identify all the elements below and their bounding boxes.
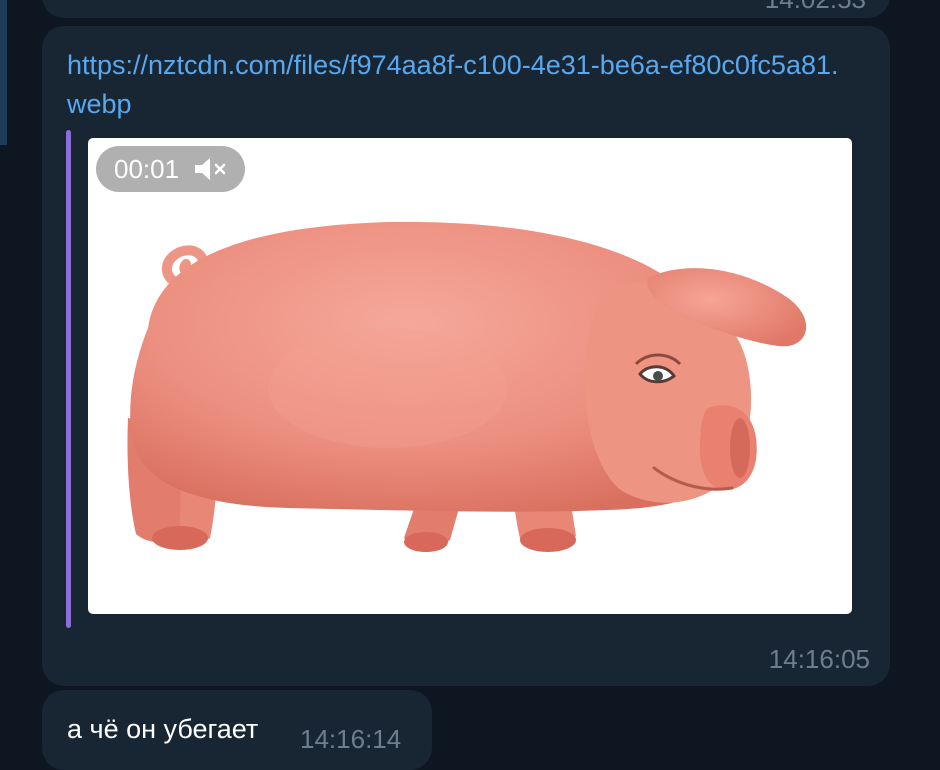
link-preview-accent-bar [66, 130, 71, 628]
message-bubble-text[interactable]: а чё он убегает 14:16:14 [42, 690, 432, 770]
chat-history: 14:02:53 https://nztcdn.com/files/f974aa… [0, 0, 940, 770]
message-timestamp: 14:02:53 [765, 0, 866, 14]
video-preview[interactable]: 00:01 [88, 138, 852, 614]
message-bubble-link[interactable]: https://nztcdn.com/files/f974aa8f-c100-4… [42, 26, 890, 686]
link-preview: 00:01 [66, 130, 852, 628]
message-text: а чё он убегает [67, 714, 259, 744]
message-link[interactable]: https://nztcdn.com/files/f974aa8f-c100-4… [67, 46, 847, 124]
pig-image [127, 221, 807, 552]
speaker-muted-icon[interactable] [193, 155, 227, 183]
message-bubble-previous[interactable]: 14:02:53 [42, 0, 890, 18]
message-timestamp: 14:16:14 [300, 724, 402, 754]
video-duration: 00:01 [114, 153, 180, 184]
scroll-accent [0, 0, 7, 145]
video-duration-badge[interactable]: 00:01 [96, 146, 246, 192]
message-timestamp: 14:16:05 [768, 644, 870, 674]
